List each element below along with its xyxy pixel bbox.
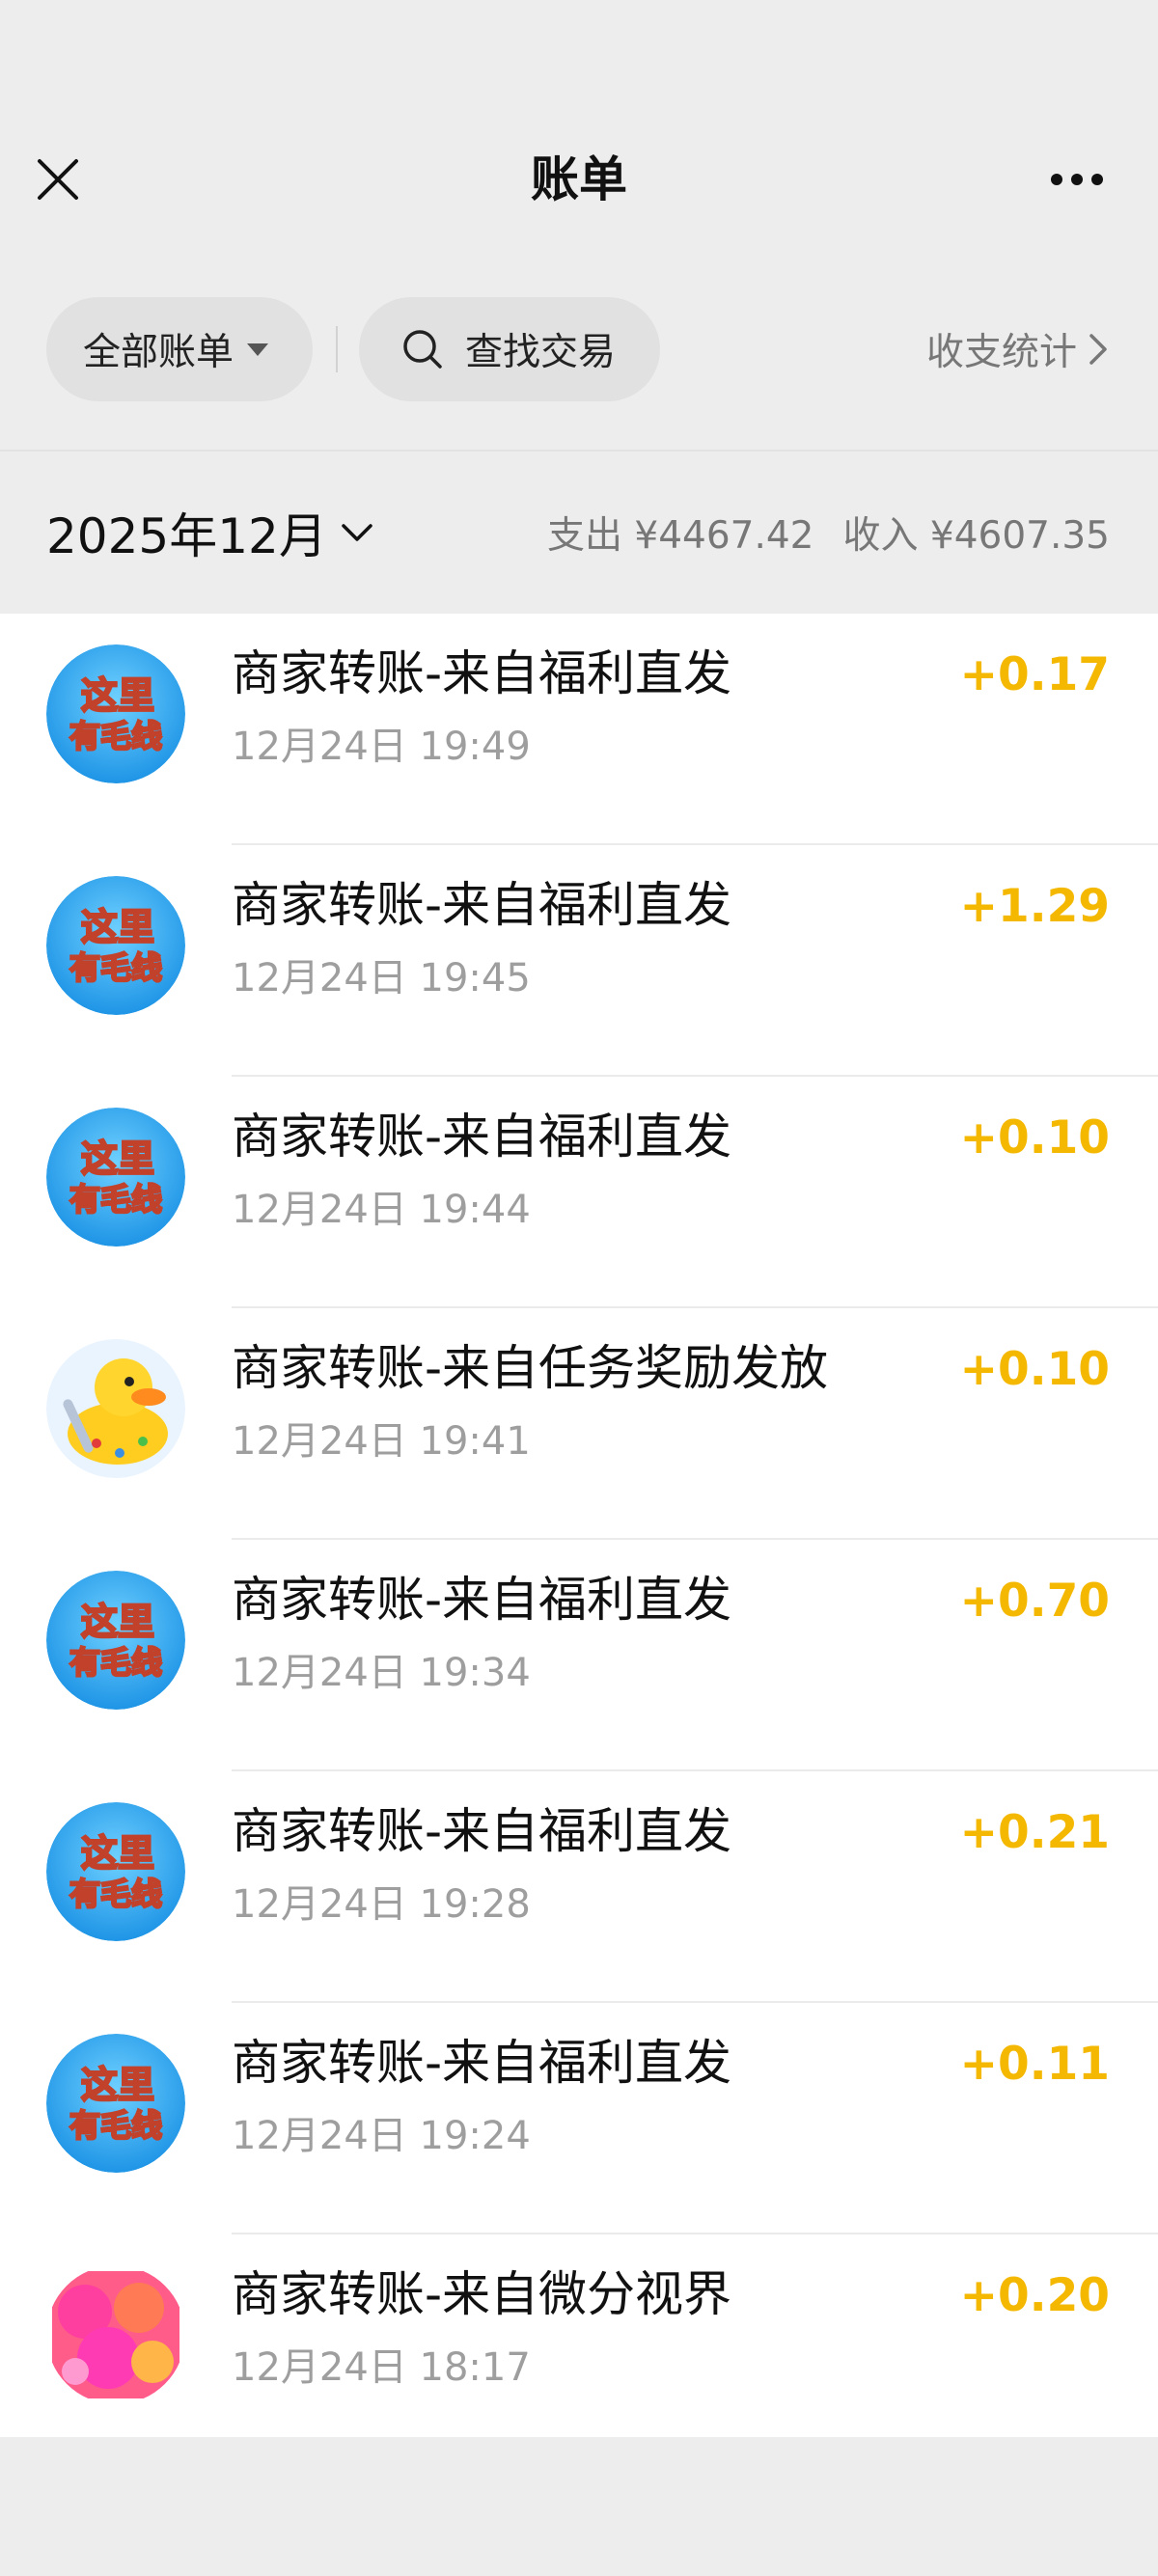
svg-text:这里: 这里	[81, 2064, 154, 2106]
svg-text:这里: 这里	[81, 674, 154, 717]
svg-text:有毛线: 有毛线	[69, 718, 162, 754]
divider	[336, 326, 338, 372]
transaction-time: 12月24日 18:17	[232, 2345, 531, 2390]
maoxian-badge-icon: 这里 有毛线	[46, 2034, 185, 2173]
bubbles-app-icon	[46, 2265, 185, 2404]
top-bar: 账单	[0, 0, 1158, 251]
svg-text:有毛线: 有毛线	[69, 949, 162, 986]
transaction-row[interactable]: 这里 有毛线 商家转账-来自福利直发 12月24日 19:34 +0.70	[0, 1540, 1158, 1771]
transaction-row[interactable]: 这里 有毛线 商家转账-来自福利直发 12月24日 19:44 +0.10	[0, 1077, 1158, 1308]
transaction-time: 12月24日 19:45	[232, 956, 531, 1000]
transaction-amount: +1.29	[959, 880, 1110, 933]
transaction-list: 这里 有毛线 商家转账-来自福利直发 12月24日 19:49 +0.17 这里 有…	[0, 614, 1158, 2437]
search-icon	[403, 330, 442, 369]
chevron-down-icon	[342, 524, 372, 541]
search-transactions-button[interactable]: 查找交易	[359, 297, 660, 401]
month-totals: 支出 ¥4467.42 收入 ¥4607.35	[547, 506, 1110, 560]
transaction-time: 12月24日 19:49	[232, 725, 531, 769]
transaction-amount: +0.11	[959, 2038, 1110, 2091]
transaction-row[interactable]: 商家转账-来自微分视界 12月24日 18:17 +0.20	[0, 2234, 1158, 2466]
transaction-time: 12月24日 19:41	[232, 1419, 531, 1464]
transaction-time: 12月24日 19:44	[232, 1188, 531, 1232]
transaction-title: 商家转账-来自任务奖励发放	[232, 1340, 829, 1396]
maoxian-badge-icon: 这里 有毛线	[46, 644, 185, 783]
transaction-amount: +0.17	[959, 648, 1110, 701]
transaction-row[interactable]: 这里 有毛线 商家转账-来自福利直发 12月24日 19:49 +0.17	[0, 614, 1158, 845]
transaction-row[interactable]: 商家转账-来自任务奖励发放 12月24日 19:41 +0.10	[0, 1308, 1158, 1540]
chevron-right-icon	[1089, 334, 1107, 365]
more-dots-icon	[1051, 174, 1103, 185]
svg-text:有毛线: 有毛线	[69, 1181, 162, 1218]
transaction-amount: +0.21	[959, 1806, 1110, 1859]
transaction-title: 商家转账-来自福利直发	[232, 877, 732, 933]
transaction-title: 商家转账-来自微分视界	[232, 2266, 732, 2322]
duck-icon	[46, 1339, 185, 1478]
transaction-amount: +0.70	[959, 1575, 1110, 1628]
transaction-title: 商家转账-来自福利直发	[232, 1803, 732, 1859]
transaction-time: 12月24日 19:24	[232, 2114, 531, 2158]
svg-text:这里: 这里	[81, 1137, 154, 1180]
income-expense-stats-link[interactable]: 收支统计	[926, 297, 1108, 401]
income-total: 收入 ¥4607.35	[842, 514, 1111, 558]
transaction-title: 商家转账-来自福利直发	[232, 1572, 732, 1628]
maoxian-badge-icon: 这里 有毛线	[46, 876, 185, 1015]
caret-down-icon	[247, 343, 269, 356]
svg-text:有毛线: 有毛线	[69, 1876, 162, 1912]
search-label: 查找交易	[465, 331, 617, 374]
maoxian-badge-icon: 这里 有毛线	[46, 1108, 185, 1247]
more-button[interactable]	[1048, 154, 1106, 205]
stats-label: 收支统计	[925, 331, 1077, 374]
transaction-title: 商家转账-来自福利直发	[232, 645, 732, 701]
transaction-row[interactable]: 这里 有毛线 商家转账-来自福利直发 12月24日 19:45 +1.29	[0, 845, 1158, 1077]
transaction-amount: +0.10	[959, 1343, 1110, 1396]
all-bills-dropdown[interactable]: 全部账单	[46, 297, 313, 401]
maoxian-badge-icon: 这里 有毛线	[46, 1802, 185, 1941]
transaction-amount: +0.10	[959, 1111, 1110, 1165]
filter-bar: 全部账单 查找交易 收支统计	[0, 297, 1158, 401]
svg-text:有毛线: 有毛线	[69, 2107, 162, 2144]
svg-text:这里: 这里	[81, 1601, 154, 1643]
page-title: 账单	[531, 151, 627, 207]
transaction-title: 商家转账-来自福利直发	[232, 2035, 732, 2091]
maoxian-badge-icon: 这里 有毛线	[46, 1571, 185, 1710]
expense-total: 支出 ¥4467.42	[547, 514, 814, 558]
transaction-time: 12月24日 19:34	[232, 1651, 531, 1695]
transaction-row[interactable]: 这里 有毛线 商家转账-来自福利直发 12月24日 19:24 +0.11	[0, 2003, 1158, 2234]
transaction-title: 商家转账-来自福利直发	[232, 1109, 732, 1165]
svg-text:这里: 这里	[81, 1832, 154, 1875]
transaction-row[interactable]: 这里 有毛线 商家转账-来自福利直发 12月24日 19:28 +0.21	[0, 1771, 1158, 2003]
month-summary-bar: 2025年12月 支出 ¥4467.42 收入 ¥4607.35	[0, 450, 1158, 616]
transaction-time: 12月24日 19:28	[232, 1882, 531, 1927]
svg-text:这里: 这里	[81, 906, 154, 948]
transaction-amount: +0.20	[959, 2269, 1110, 2322]
month-selector[interactable]: 2025年12月	[46, 498, 373, 567]
all-bills-label: 全部账单	[83, 331, 234, 374]
month-label: 2025年12月	[46, 508, 327, 564]
svg-text:有毛线: 有毛线	[69, 1644, 162, 1681]
